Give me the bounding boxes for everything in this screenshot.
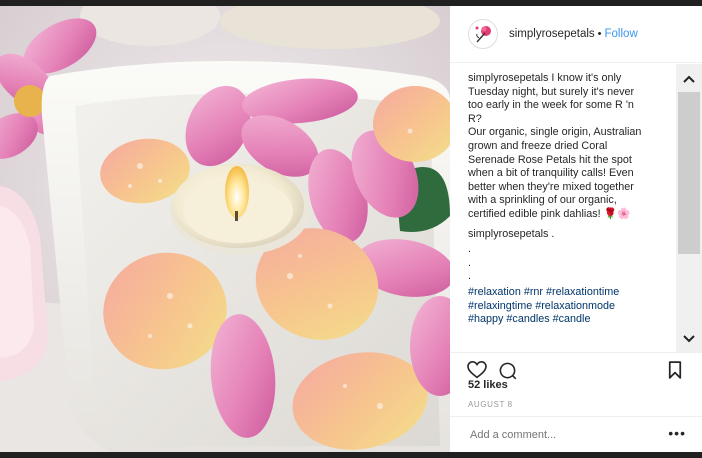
more-options-icon[interactable]: •••: [668, 425, 686, 441]
comment-bubble-icon[interactable]: [498, 361, 517, 380]
caption-author[interactable]: simplyrosepetals: [468, 72, 548, 84]
scroll-up-button[interactable]: [676, 68, 702, 90]
comment-input[interactable]: [468, 428, 652, 442]
follow-button[interactable]: Follow: [605, 28, 638, 40]
chevron-up-icon: [683, 75, 695, 83]
comment-bar: •••: [450, 416, 702, 453]
likes-count[interactable]: 52 likes: [468, 379, 508, 391]
rose-logo-icon: [475, 26, 491, 43]
scroll-down-button[interactable]: [676, 328, 702, 350]
scrollbar-thumb[interactable]: [678, 92, 700, 254]
username-link[interactable]: simplyrosepetals: [509, 28, 595, 40]
caption-dot-1: .: [468, 243, 471, 256]
chevron-down-icon: [683, 335, 695, 343]
bookmark-icon[interactable]: [668, 361, 682, 379]
post-header: simplyrosepetals • Follow: [450, 6, 702, 63]
caption-author-2[interactable]: simplyrosepetals: [468, 228, 548, 240]
post-date[interactable]: AUGUST 8: [468, 400, 513, 409]
caption-paragraph-1: simplyrosepetals I know it's only Tuesda…: [468, 72, 650, 126]
caption-scrollbar[interactable]: [676, 64, 702, 352]
caption-paragraph-2: Our organic, single origin, Australian g…: [468, 126, 642, 220]
caption-dot-3: .: [468, 270, 471, 283]
caption-area: simplyrosepetals I know it's only Tuesda…: [468, 72, 650, 352]
caption-hashtags[interactable]: #relaxation #rnr #relaxationtime #relaxi…: [468, 286, 650, 327]
header-separator: •: [597, 28, 602, 40]
caption-paragraph-3: simplyrosepetals .: [468, 228, 650, 242]
avatar[interactable]: [468, 19, 498, 49]
caption-trail: .: [548, 227, 555, 240]
post-details-panel: simplyrosepetals • Follow simplyrosepeta…: [450, 6, 702, 452]
caption-dot-2: .: [468, 256, 471, 269]
post-photo[interactable]: [0, 6, 450, 452]
instagram-post-window: simplyrosepetals • Follow simplyrosepeta…: [0, 0, 702, 458]
candle-petals-image: [0, 6, 450, 452]
heart-icon[interactable]: [467, 361, 487, 379]
